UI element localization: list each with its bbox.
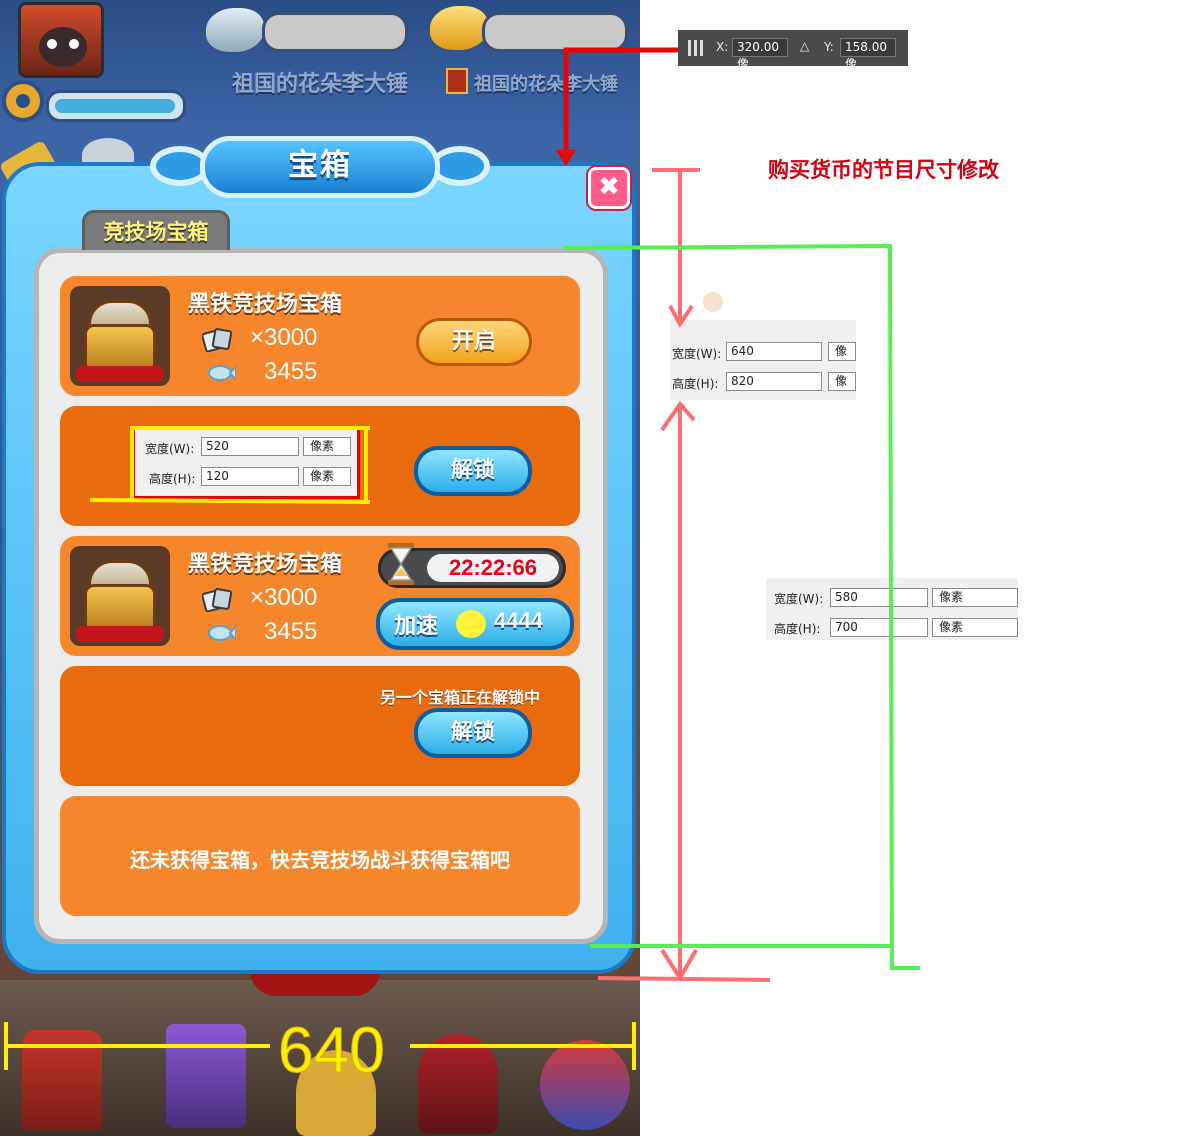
timer-text: 22:22:66 xyxy=(448,555,538,580)
ps-position-toolbar: X: 320.00 像 △ Y: 158.00 像 xyxy=(678,30,908,71)
height-input[interactable]: 120 xyxy=(201,467,299,486)
speed-up-button[interactable]: 加速 4444 xyxy=(376,598,574,650)
silver-currency-bar xyxy=(262,12,408,52)
open-button[interactable]: 开启 xyxy=(416,318,532,366)
height-unit[interactable]: 像素 xyxy=(828,372,856,391)
y-label: Y: xyxy=(824,40,834,54)
speed-up-label: 加速 xyxy=(394,614,439,639)
red-arrow-bottom xyxy=(660,948,698,982)
height-unit[interactable]: 像素 xyxy=(303,467,351,486)
x-label: X: xyxy=(716,40,729,54)
speed-up-cost: 4444 xyxy=(494,608,543,633)
card-quantity: ×3000 xyxy=(250,324,318,351)
width-input[interactable]: 640 xyxy=(726,342,822,361)
dialog-title: 宝箱 xyxy=(288,148,352,183)
level-badge-icon xyxy=(2,80,44,122)
gold-currency-bar xyxy=(482,12,628,52)
reference-point-icon xyxy=(688,40,704,56)
width-unit[interactable]: 像素 xyxy=(932,588,1018,607)
player-avatar[interactable] xyxy=(18,2,104,78)
height-input[interactable]: 700 xyxy=(830,618,928,637)
fish-currency-icon xyxy=(208,364,236,382)
player-name: 祖国的花朵李大锤 xyxy=(232,71,409,96)
width-unit[interactable]: 像素 xyxy=(828,342,856,361)
ps-size-dialog: 宽度(W): 640 像素 高度(H): 820 像素 xyxy=(670,320,856,400)
card-quantity: ×3000 xyxy=(250,584,318,611)
chest-name: 黑铁竞技场宝箱 xyxy=(188,552,343,577)
silver-fish-icon xyxy=(206,8,264,52)
height-label: 高度(H): xyxy=(672,377,719,391)
delta-icon: △ xyxy=(800,39,810,53)
fish-quantity: 3455 xyxy=(264,618,318,645)
cards-icon xyxy=(202,588,232,612)
height-label: 高度(H): xyxy=(774,622,821,636)
chest-name: 黑铁竞技场宝箱 xyxy=(188,292,343,317)
fish-quantity: 3455 xyxy=(264,358,318,385)
tower-icon xyxy=(22,1030,102,1130)
guild-emblem-icon xyxy=(446,68,468,94)
width-label: 宽度(W): xyxy=(145,442,195,456)
ps-size-slot: 宽度(W): 520 像素 高度(H): 120 像素 xyxy=(132,430,360,499)
chest-slot-5: 还未获得宝箱，快去竞技场战斗获得宝箱吧 xyxy=(60,796,580,916)
unlock-button[interactable]: 解锁 xyxy=(414,446,532,496)
fish-currency-icon xyxy=(208,624,236,642)
x-input[interactable]: 320.00 像 xyxy=(732,38,788,71)
gold-fish-icon xyxy=(430,6,488,50)
width-label: 宽度(W): xyxy=(672,347,722,361)
title-ribbon: 宝箱 xyxy=(150,130,490,208)
hourglass-icon xyxy=(388,543,414,585)
empty-slot-message: 还未获得宝箱，快去竞技场战斗获得宝箱吧 xyxy=(130,848,510,872)
trident-icon xyxy=(296,1050,376,1136)
width-unit[interactable]: 像素 xyxy=(303,437,351,456)
cannon-icon xyxy=(418,1034,498,1134)
guild-name: 祖国的花朵李大锤 xyxy=(474,74,618,94)
tab-arena-chest[interactable]: 竞技场宝箱 xyxy=(82,210,230,250)
width-input[interactable]: 520 xyxy=(201,437,299,456)
height-unit[interactable]: 像素 xyxy=(932,618,1018,637)
chest-slot-1: 黑铁竞技场宝箱 ×3000 3455 开启 xyxy=(60,276,580,396)
game-screen: 祖国的花朵李大锤 祖国的花朵李大锤 宝箱 ✖ 竞技场宝箱 黑铁竞技场宝箱 ×30… xyxy=(0,0,640,1136)
width-input[interactable]: 580 xyxy=(830,588,928,607)
annotation-note: 购买货币的节目尺寸修改 xyxy=(768,158,999,182)
close-button[interactable]: ✖ xyxy=(588,167,630,209)
chest-icon xyxy=(70,546,170,646)
gold-coin-icon xyxy=(456,610,486,638)
y-input[interactable]: 158.00 像 xyxy=(840,38,896,71)
unlocking-notice: 另一个宝箱正在解锁中 xyxy=(380,688,541,707)
experience-bar xyxy=(46,90,186,122)
cursor-dot xyxy=(703,292,723,312)
chest-icon xyxy=(70,286,170,386)
cards-icon xyxy=(166,1024,246,1128)
height-label: 高度(H): xyxy=(149,472,196,486)
ps-size-inner: 宽度(W): 580 像素 高度(H): 700 像素 xyxy=(766,578,1018,640)
red-arrow-up xyxy=(660,400,696,432)
height-input[interactable]: 820 xyxy=(726,372,822,391)
chest-slot-4: 另一个宝箱正在解锁中 解锁 xyxy=(60,666,580,786)
cards-icon xyxy=(202,328,232,352)
unlock-button[interactable]: 解锁 xyxy=(414,708,532,758)
chest-slot-3: 黑铁竞技场宝箱 ×3000 3455 22:22:66 加速 4444 xyxy=(60,536,580,656)
axe-icon xyxy=(540,1040,630,1130)
width-label: 宽度(W): xyxy=(774,592,824,606)
